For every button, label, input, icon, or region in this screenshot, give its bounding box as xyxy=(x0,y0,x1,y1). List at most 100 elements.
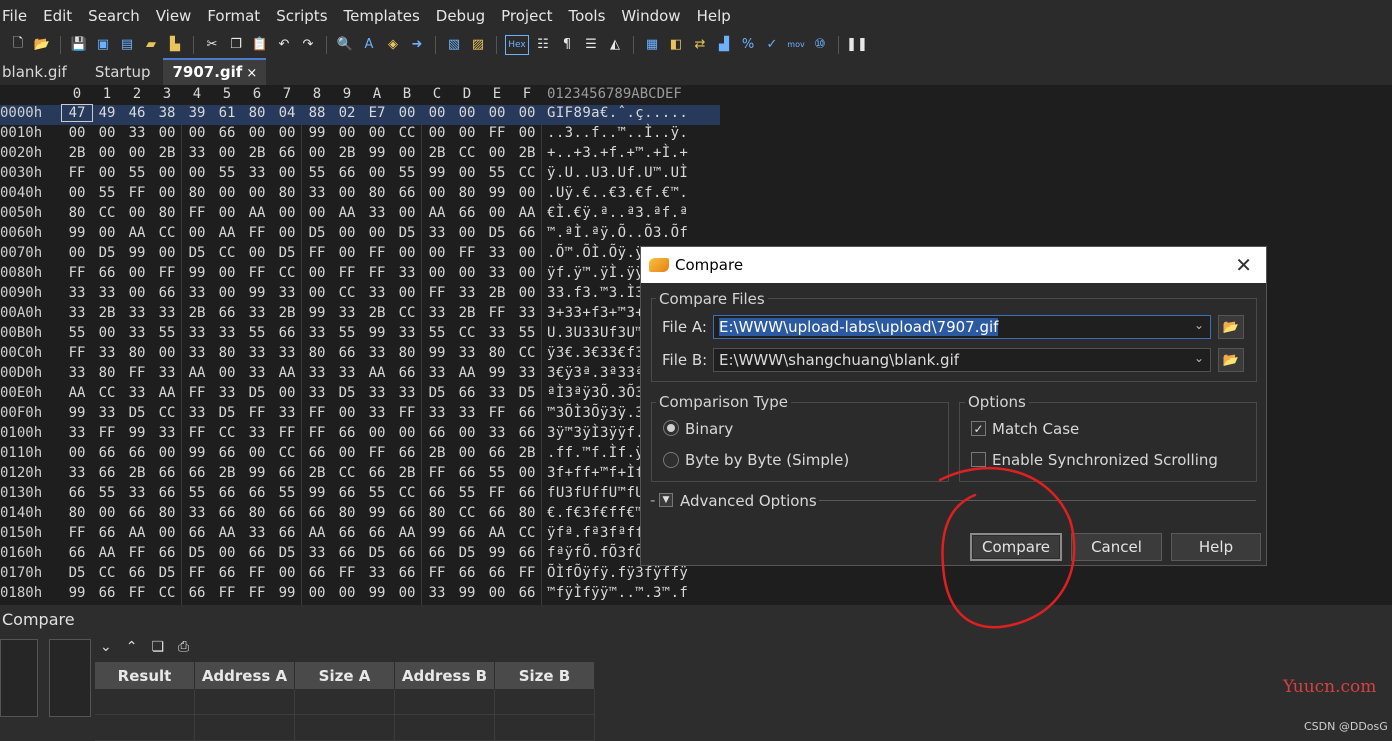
hex-byte[interactable]: CC xyxy=(212,425,242,441)
hex-byte[interactable]: 2B xyxy=(302,465,332,481)
hex-byte[interactable]: 33 xyxy=(302,545,332,561)
hex-byte[interactable]: FF xyxy=(482,405,512,421)
hex-byte[interactable]: 80 xyxy=(122,345,152,361)
hex-byte[interactable]: 33 xyxy=(362,385,392,401)
hex-byte[interactable]: 02 xyxy=(332,105,362,121)
hex-byte[interactable]: 2B xyxy=(212,465,242,481)
hex-byte[interactable]: AA xyxy=(212,525,242,541)
hex-byte[interactable]: 00 xyxy=(392,285,422,301)
hex-byte[interactable]: 66 xyxy=(332,345,362,361)
hex-byte[interactable]: 2B xyxy=(122,465,152,481)
hex-byte[interactable]: D5 xyxy=(122,405,152,421)
hex-byte[interactable]: 00 xyxy=(242,125,272,141)
hex-byte[interactable]: 00 xyxy=(212,365,242,381)
hex-byte[interactable]: 99 xyxy=(62,225,92,241)
hex-byte[interactable]: 00 xyxy=(152,345,182,361)
hex-byte[interactable]: D5 xyxy=(272,545,302,561)
goto-icon[interactable]: ➜ xyxy=(407,35,427,55)
hex-byte[interactable]: 66 xyxy=(212,505,242,521)
hex-byte[interactable]: 00 xyxy=(152,125,182,141)
hex-byte[interactable]: 33 xyxy=(332,365,362,381)
histogram-icon[interactable]: ▟ xyxy=(714,35,734,55)
compare-button[interactable]: Compare xyxy=(970,533,1062,561)
hex-byte[interactable]: 00 xyxy=(512,285,542,301)
hex-byte[interactable]: D5 xyxy=(302,225,332,241)
hex-byte[interactable]: AA xyxy=(182,365,212,381)
hex-byte[interactable]: 66 xyxy=(242,545,272,561)
advanced-options-label[interactable]: Advanced Options xyxy=(680,492,817,510)
hex-byte[interactable]: 66 xyxy=(212,565,242,581)
hex-byte[interactable]: D5 xyxy=(242,385,272,401)
hex-byte[interactable]: E7 xyxy=(362,105,392,121)
hex-byte[interactable]: 00 xyxy=(392,105,422,121)
hex-byte[interactable]: AA xyxy=(242,205,272,221)
browse-file-a-button[interactable]: 📂 xyxy=(1218,315,1244,339)
find-icon[interactable]: 🔍 xyxy=(335,35,355,55)
hex-byte[interactable]: 66 xyxy=(272,325,302,341)
hex-byte[interactable]: 00 xyxy=(452,165,482,181)
hex-byte[interactable]: 33 xyxy=(362,565,392,581)
hex-byte[interactable]: 00 xyxy=(362,125,392,141)
menu-project[interactable]: Project xyxy=(493,7,560,25)
hex-byte[interactable]: 99 xyxy=(362,505,392,521)
highlight-icon[interactable]: ◭ xyxy=(605,35,625,55)
hex-byte[interactable]: 66 xyxy=(512,225,542,241)
hex-byte[interactable]: 2B xyxy=(482,285,512,301)
hex-byte[interactable]: 00 xyxy=(212,185,242,201)
hex-byte[interactable]: 38 xyxy=(152,105,182,121)
hex-byte[interactable]: FF xyxy=(122,365,152,381)
hex-byte[interactable]: 33 xyxy=(62,365,92,381)
hex-byte[interactable]: 33 xyxy=(152,305,182,321)
hex-byte[interactable]: 66 xyxy=(512,485,542,501)
hex-byte[interactable]: 00 xyxy=(512,105,542,121)
move-icon[interactable]: mov xyxy=(786,35,806,55)
hex-byte[interactable]: 99 xyxy=(482,185,512,201)
help-button[interactable]: Help xyxy=(1171,533,1261,561)
hex-byte[interactable]: FF xyxy=(482,125,512,141)
hex-byte[interactable]: FF xyxy=(332,565,362,581)
close-icon[interactable]: ✕ xyxy=(1235,253,1252,277)
hex-byte[interactable]: 00 xyxy=(272,225,302,241)
hex-byte[interactable]: D5 xyxy=(212,405,242,421)
hex-byte[interactable]: AA xyxy=(62,385,92,401)
hex-byte[interactable]: 00 xyxy=(62,445,92,461)
hex-byte[interactable]: 66 xyxy=(332,485,362,501)
chevron-down-icon[interactable]: ⌄ xyxy=(100,639,112,655)
hex-byte[interactable]: FF xyxy=(122,585,152,601)
hex-byte[interactable]: 66 xyxy=(212,305,242,321)
hex-byte[interactable]: FF xyxy=(242,225,272,241)
line-numbers-icon[interactable]: ☰ xyxy=(581,35,601,55)
hex-byte[interactable]: AA xyxy=(272,365,302,381)
hex-byte[interactable]: FF xyxy=(62,165,92,181)
hex-byte[interactable]: 99 xyxy=(302,305,332,321)
hex-byte[interactable]: D5 xyxy=(362,545,392,561)
hex-byte[interactable]: 80 xyxy=(332,505,362,521)
copy-results-icon[interactable]: ❏ xyxy=(151,639,164,655)
hex-byte[interactable]: 55 xyxy=(92,485,122,501)
binary-label[interactable]: Binary xyxy=(685,420,733,438)
hex-byte[interactable]: 00 xyxy=(452,265,482,281)
hex-byte[interactable]: 80 xyxy=(212,345,242,361)
hex-byte[interactable]: FF xyxy=(302,425,332,441)
hex-byte[interactable]: 33 xyxy=(122,125,152,141)
hex-byte[interactable]: D5 xyxy=(272,245,302,261)
hex-byte[interactable]: 33 xyxy=(392,265,422,281)
hex-byte[interactable]: 00 xyxy=(122,205,152,221)
hex-byte[interactable]: 33 xyxy=(362,205,392,221)
hex-byte[interactable]: FF xyxy=(422,565,452,581)
column-size-a[interactable]: Size A xyxy=(295,662,395,689)
hex-byte[interactable]: 66 xyxy=(512,425,542,441)
hex-byte[interactable]: 00 xyxy=(92,505,122,521)
find-in-files-icon[interactable]: ◈ xyxy=(383,35,403,55)
hex-byte[interactable]: 00 xyxy=(422,185,452,201)
hex-byte[interactable]: 00 xyxy=(332,405,362,421)
hex-byte[interactable]: 66 xyxy=(152,485,182,501)
hex-byte[interactable]: 66 xyxy=(272,525,302,541)
hex-byte[interactable]: AA xyxy=(482,525,512,541)
hex-byte[interactable]: AA xyxy=(122,525,152,541)
hex-byte[interactable]: 33 xyxy=(182,505,212,521)
hex-byte[interactable]: 00 xyxy=(92,225,122,241)
hex-byte[interactable]: 66 xyxy=(512,405,542,421)
hex-byte[interactable]: 00 xyxy=(452,105,482,121)
hex-byte[interactable]: 00 xyxy=(512,465,542,481)
